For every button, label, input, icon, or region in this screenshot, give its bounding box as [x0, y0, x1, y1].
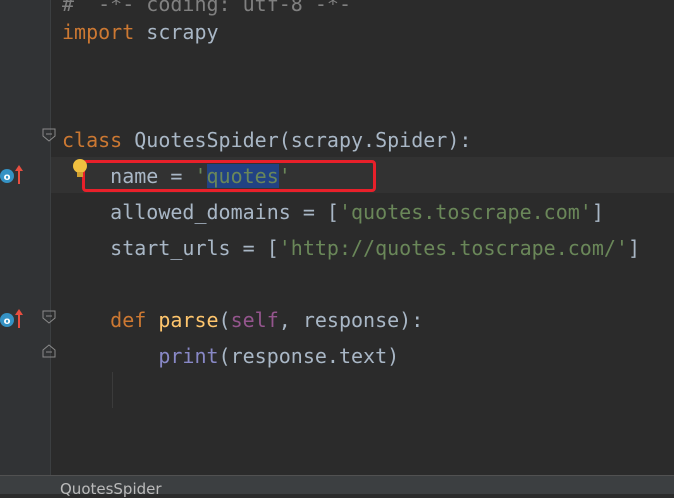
code-line-class: class QuotesSpider(scrapy.Spider):	[62, 122, 471, 158]
breadcrumb-item[interactable]: QuotesSpider	[60, 480, 162, 498]
annotation-highlight-box	[82, 160, 376, 192]
params-rest: , response):	[278, 308, 424, 332]
paren-open: (	[218, 308, 231, 332]
override-method-icon[interactable]: o	[0, 308, 26, 330]
keyword-def: def	[62, 308, 147, 332]
code-line-import: import scrapy	[62, 14, 219, 50]
function-name: parse	[146, 308, 219, 332]
code-line-print: print(response.text)	[62, 338, 399, 374]
allowed-domains-lhs: allowed_domains = [	[62, 200, 339, 224]
indent-guide	[112, 372, 113, 408]
fold-marker-icon[interactable]	[42, 344, 56, 358]
editor-gutter[interactable]	[0, 0, 51, 476]
builtin-print: print	[62, 344, 219, 368]
override-method-icon[interactable]: o	[0, 164, 26, 186]
start-urls-string: 'http://quotes.toscrape.com/'	[278, 236, 628, 260]
module-name: scrapy	[134, 20, 219, 44]
fold-marker-icon[interactable]	[42, 128, 56, 142]
code-line-def-parse: def parse(self, response):	[62, 302, 423, 338]
start-urls-lhs: start_urls = [	[62, 236, 279, 260]
svg-text:o: o	[4, 172, 11, 183]
breadcrumb-bar: QuotesSpider	[0, 475, 674, 498]
code-line-allowed-domains: allowed_domains = ['quotes.toscrape.com'…	[62, 194, 604, 230]
start-urls-end: ]	[627, 236, 640, 260]
fold-marker-icon[interactable]	[42, 310, 56, 324]
class-signature: QuotesSpider(scrapy.Spider):	[122, 128, 472, 152]
code-line-start-urls: start_urls = ['http://quotes.toscrape.co…	[62, 230, 640, 266]
allowed-domains-end: ]	[591, 200, 604, 224]
allowed-domains-string: 'quotes.toscrape.com'	[338, 200, 592, 224]
print-args: (response.text)	[218, 344, 400, 368]
keyword-import: import	[62, 20, 135, 44]
self-param: self	[230, 308, 279, 332]
lightbulb-icon[interactable]	[70, 157, 90, 181]
svg-text:o: o	[4, 316, 11, 327]
keyword-class: class	[62, 128, 123, 152]
